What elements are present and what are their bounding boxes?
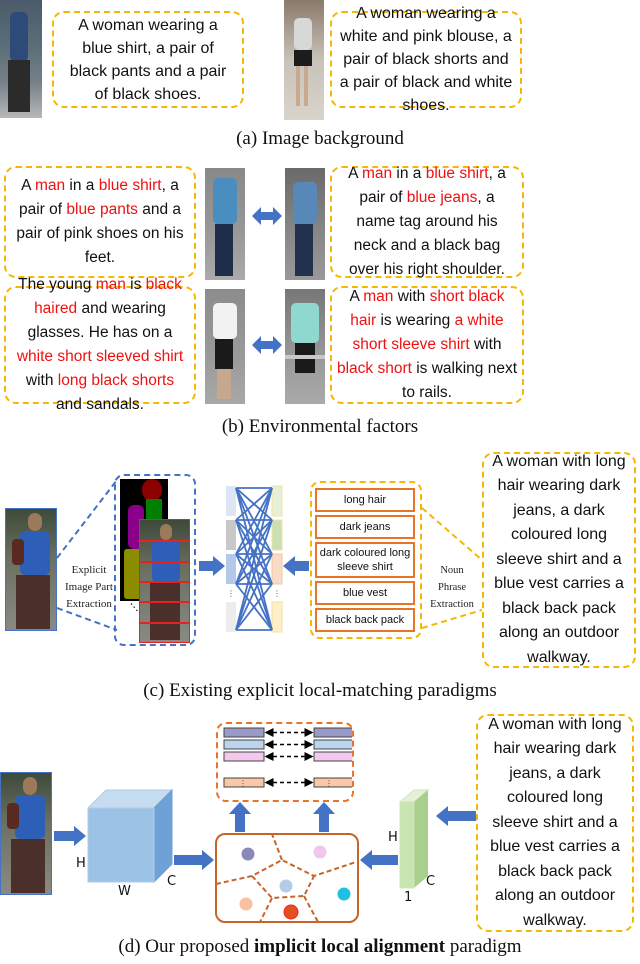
phrase-box: dark jeans: [315, 515, 415, 539]
arrow-up-icon: [229, 802, 251, 836]
person-photo-b2-right: [285, 289, 325, 404]
horizontal-stripes-image: [139, 519, 190, 643]
plain-text: A: [349, 288, 364, 305]
aligned-feature-pairs: ⋮ ⋮: [223, 727, 352, 788]
arrow-left-icon: [283, 556, 309, 580]
svg-text:⋮: ⋮: [239, 779, 247, 788]
description-box-d: A woman with long hair wearing dark jean…: [476, 714, 634, 932]
image-part-extraction-label: Explicit Image Part Extraction: [65, 564, 113, 610]
feature-bar: [313, 739, 352, 750]
description-box-b2-left: The young man is black haired and wearin…: [4, 276, 196, 413]
description-text: A man in a blue shirt, a pair of blue pa…: [14, 174, 186, 270]
plain-text: A: [348, 165, 362, 182]
feature-bar: [223, 739, 265, 750]
description-text: A woman wearing a blue shirt, a pair of …: [69, 16, 227, 103]
arrow-up-icon: [313, 802, 335, 836]
feature-bar: [313, 751, 352, 762]
plain-text: in a: [65, 177, 99, 194]
text-feat-label-h: H: [388, 830, 398, 845]
plain-text: is: [125, 276, 146, 293]
description-text: A woman with long hair wearing dark jean…: [488, 715, 622, 929]
phrase-box: blue vest: [315, 581, 415, 605]
bidirectional-arrow-icon: [252, 205, 282, 227]
person-photo-b1-left: [205, 168, 245, 280]
description-box-b2-right: A man with short black hair is wearing a…: [330, 286, 524, 404]
highlighted-phrase: blue shirt: [425, 165, 489, 182]
feature-bar: [313, 777, 352, 788]
highlighted-phrase: blue shirt: [98, 177, 162, 194]
highlighted-phrase: blue jeans: [406, 189, 478, 206]
person-photo-a1: [0, 0, 42, 118]
cube-label-h: H: [76, 856, 86, 871]
person-photo-a2: [284, 0, 324, 120]
cluster-center: [238, 896, 254, 912]
plain-text: with: [393, 288, 430, 305]
description-box-a-right: A woman wearing a white and pink blouse,…: [330, 5, 522, 114]
plain-text: is wearing: [376, 312, 455, 329]
description-text: A man with short black hair is wearing a…: [336, 285, 518, 405]
highlighted-phrase: blue pants: [66, 201, 138, 218]
description-text: A woman wearing a white and pink blouse,…: [339, 5, 513, 114]
text-feat-label-1: 1: [404, 890, 413, 905]
description-text: The young man is black haired and wearin…: [12, 273, 188, 417]
feature-bar: [313, 727, 352, 738]
cluster-center: [240, 846, 256, 862]
arrow-right-icon: [54, 826, 86, 850]
svg-text:⋮: ⋮: [325, 779, 333, 788]
image-feature-cube: [86, 788, 174, 884]
plain-text: with: [25, 372, 58, 389]
arrow-left-icon: [360, 850, 398, 874]
description-text: A woman with long hair wearing dark jean…: [492, 452, 626, 666]
cube-label-w: W: [118, 884, 131, 899]
plain-text: in a: [392, 165, 426, 182]
highlighted-phrase: man: [363, 288, 394, 305]
text-feat-label-c: C: [426, 874, 436, 889]
plain-text: and sandals.: [56, 396, 144, 413]
cluster-center: [278, 878, 294, 894]
noun-phrase-extraction-label: Noun Phrase Extraction: [430, 565, 474, 610]
description-box-a-left: A woman wearing a blue shirt, a pair of …: [52, 11, 244, 108]
cluster-center: [283, 904, 299, 920]
voronoi-partition-box: [215, 833, 359, 923]
bidirectional-arrow-icon: [252, 334, 282, 356]
highlighted-phrase: man: [361, 165, 393, 182]
description-box-b1-right: A man in a blue shirt, a pair of blue je…: [330, 165, 524, 278]
plain-text: is walking next to rails.: [402, 360, 518, 401]
caption-c: (c) Existing explicit local-matching par…: [143, 680, 497, 701]
arrow-left-icon: [436, 806, 476, 830]
arrow-right-icon: [199, 556, 225, 580]
plain-text: A: [21, 177, 35, 194]
description-text: A man in a blue shirt, a pair of blue je…: [338, 162, 516, 282]
person-photo-b2-left: [205, 289, 245, 404]
svg-text:⋮: ⋮: [273, 589, 281, 598]
feature-bar: [223, 751, 265, 762]
caption-a: (a) Image background: [236, 128, 404, 149]
cluster-center: [312, 844, 328, 860]
cross-matching-network: ⋮ ⋮: [226, 485, 283, 633]
highlighted-phrase: white short sleeved shirt: [16, 348, 184, 365]
highlighted-phrase: man: [95, 276, 126, 293]
highlighted-phrase: black short: [336, 360, 412, 377]
person-photo-c: [5, 508, 57, 631]
phrase-box: dark coloured long sleeve shirt: [315, 542, 415, 578]
person-photo-d: [0, 772, 52, 895]
plain-text: The young: [18, 276, 96, 293]
person-photo-b1-right: [285, 168, 325, 280]
phrase-box: long hair: [315, 488, 415, 512]
description-box-b1-left: A man in a blue shirt, a pair of blue pa…: [4, 166, 196, 278]
highlighted-phrase: long black shorts: [57, 372, 175, 389]
svg-text:⋮: ⋮: [227, 589, 235, 598]
cluster-center: [336, 886, 352, 902]
description-box-c: A woman with long hair wearing dark jean…: [482, 452, 636, 668]
feature-bar: [223, 727, 265, 738]
arrow-right-icon: [174, 850, 214, 874]
phrase-box: black back pack: [315, 608, 415, 632]
plain-text: with: [469, 336, 502, 353]
caption-b: (b) Environmental factors: [221, 416, 419, 437]
highlighted-phrase: man: [34, 177, 66, 194]
cube-label-c: C: [167, 874, 177, 889]
caption-d: (d) Our proposed implicit local alignmen…: [118, 936, 522, 957]
